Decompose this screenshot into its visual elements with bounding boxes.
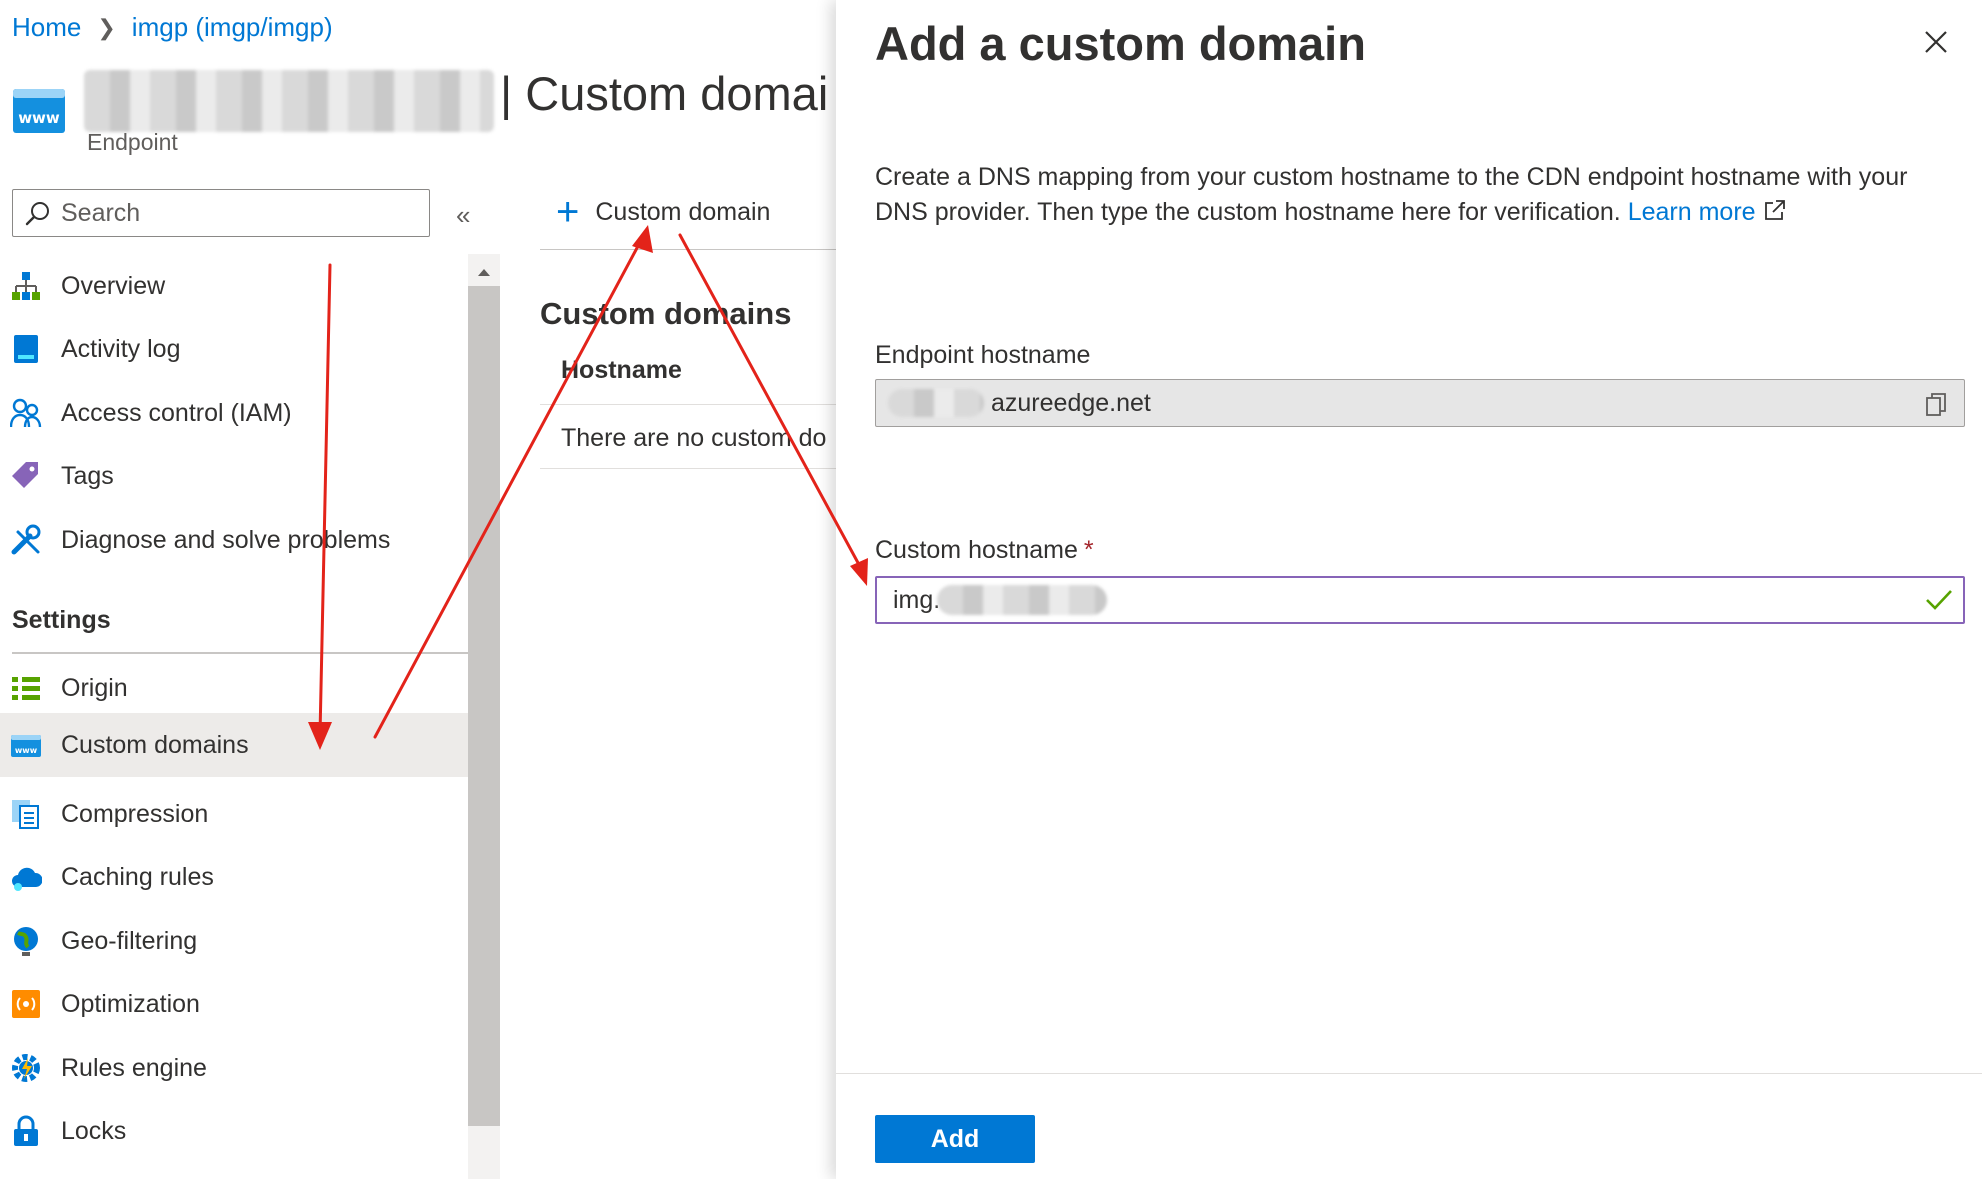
sidebar-item-activity-log[interactable]: Activity log	[0, 317, 468, 381]
sidebar-item-label: Access control (IAM)	[61, 398, 292, 427]
divider	[540, 249, 840, 250]
custom-hostname-field[interactable]	[875, 576, 1965, 624]
endpoint-hostname-label: Endpoint hostname	[875, 341, 1091, 369]
resource-type-label: Endpoint	[87, 129, 178, 155]
rules-engine-icon	[12, 1054, 40, 1082]
sidebar-item-tags[interactable]: Tags	[0, 444, 468, 508]
endpoint-hostname-field: azureedge.net	[875, 379, 1965, 427]
origin-icon	[12, 677, 40, 700]
checkmark-icon	[1926, 590, 1952, 610]
redacted-resource-name	[84, 70, 494, 132]
sidebar-item-overview[interactable]: Overview	[0, 254, 468, 318]
copy-icon[interactable]	[1924, 392, 1948, 418]
settings-section-header: Settings	[12, 606, 111, 634]
sidebar-item-caching-rules[interactable]: Caching rules	[0, 845, 468, 909]
add-custom-domain-label: Custom domain	[595, 197, 771, 226]
page-title: | Custom domai	[500, 67, 829, 120]
panel-description: Create a DNS mapping from your custom ho…	[875, 160, 1945, 230]
external-link-icon[interactable]	[1763, 199, 1787, 221]
sidebar-item-label: Diagnose and solve problems	[61, 525, 391, 554]
sidebar-item-label: Optimization	[61, 989, 200, 1018]
column-header-hostname[interactable]: Hostname	[561, 356, 682, 385]
iam-icon	[10, 398, 42, 428]
divider	[836, 1073, 1982, 1074]
divider	[12, 652, 468, 654]
lock-icon	[14, 1115, 38, 1146]
close-icon[interactable]	[1916, 22, 1956, 62]
sidebar-item-origin[interactable]: Origin	[0, 656, 468, 720]
breadcrumb-resource[interactable]: imgp (imgp/imgp)	[132, 12, 333, 43]
divider	[540, 404, 840, 405]
sidebar-item-label: Locks	[61, 1116, 127, 1145]
sidebar-item-label: Rules engine	[61, 1053, 207, 1082]
sidebar-item-rules-engine[interactable]: Rules engine	[0, 1036, 468, 1100]
add-custom-domain-panel: Add a custom domain Create a DNS mapping…	[836, 0, 1982, 1179]
sidebar-item-label: Compression	[61, 799, 209, 828]
sidebar-item-label: Origin	[61, 673, 128, 702]
custom-hostname-label: Custom hostname *	[875, 536, 1094, 565]
panel-title: Add a custom domain	[875, 17, 1366, 70]
sidebar-item-optimization[interactable]: Optimization	[0, 972, 468, 1036]
sidebar-item-custom-domains[interactable]: www Custom domains	[0, 713, 468, 777]
breadcrumb: Home ❯ imgp (imgp/imgp)	[12, 12, 333, 43]
cloud-icon	[12, 867, 42, 891]
scroll-up-arrow-icon[interactable]	[468, 262, 500, 282]
custom-hostname-label-text: Custom hostname	[875, 536, 1078, 564]
sidebar-item-access-control[interactable]: Access control (IAM)	[0, 381, 468, 445]
section-title: Custom domains	[540, 296, 792, 331]
sidebar-item-diagnose[interactable]: Diagnose and solve problems	[0, 508, 468, 572]
www-icon: www	[11, 735, 41, 757]
endpoint-hostname-value: azureedge.net	[991, 388, 1151, 417]
sidebar-item-label: Geo-filtering	[61, 926, 198, 955]
activity-log-icon	[14, 335, 38, 363]
sidebar-item-locks[interactable]: Locks	[0, 1099, 468, 1163]
breadcrumb-home[interactable]: Home	[12, 12, 81, 43]
www-icon: www	[13, 89, 65, 133]
globe-icon	[14, 927, 38, 956]
redacted-hostname-suffix	[937, 585, 1107, 615]
divider	[540, 468, 840, 469]
sidebar-item-label: Activity log	[61, 334, 181, 363]
empty-table-message: There are no custom do	[561, 424, 827, 452]
sidebar-item-compression[interactable]: Compression	[0, 782, 468, 846]
sidebar-item-label: Overview	[61, 271, 166, 300]
search-icon	[25, 202, 49, 226]
learn-more-link[interactable]: Learn more	[1628, 198, 1756, 226]
search-box[interactable]	[12, 189, 430, 237]
optimization-icon	[12, 990, 40, 1018]
wrench-icon	[11, 524, 41, 555]
plus-icon: +	[556, 190, 580, 234]
required-asterisk: *	[1083, 536, 1094, 564]
add-custom-domain-button[interactable]: + Custom domain	[556, 192, 770, 232]
scrollbar-thumb[interactable]	[468, 286, 500, 1126]
redacted-endpoint-prefix	[888, 389, 984, 417]
sidebar-scrollbar[interactable]	[468, 254, 500, 1179]
tag-icon	[12, 462, 38, 488]
collapse-sidebar-button[interactable]: «	[456, 200, 470, 231]
sidebar-item-geo-filtering[interactable]: Geo-filtering	[0, 909, 468, 973]
search-input[interactable]	[61, 198, 401, 228]
sidebar-item-label: Custom domains	[61, 730, 249, 759]
svg-text:www: www	[18, 109, 60, 127]
overview-icon	[12, 272, 40, 300]
sidebar-item-label: Tags	[61, 461, 114, 490]
svg-text:www: www	[15, 746, 38, 755]
sidebar-item-label: Caching rules	[61, 862, 214, 891]
compression-icon	[12, 800, 39, 829]
add-button[interactable]: Add	[875, 1115, 1035, 1163]
chevron-right-icon: ❯	[97, 14, 116, 40]
